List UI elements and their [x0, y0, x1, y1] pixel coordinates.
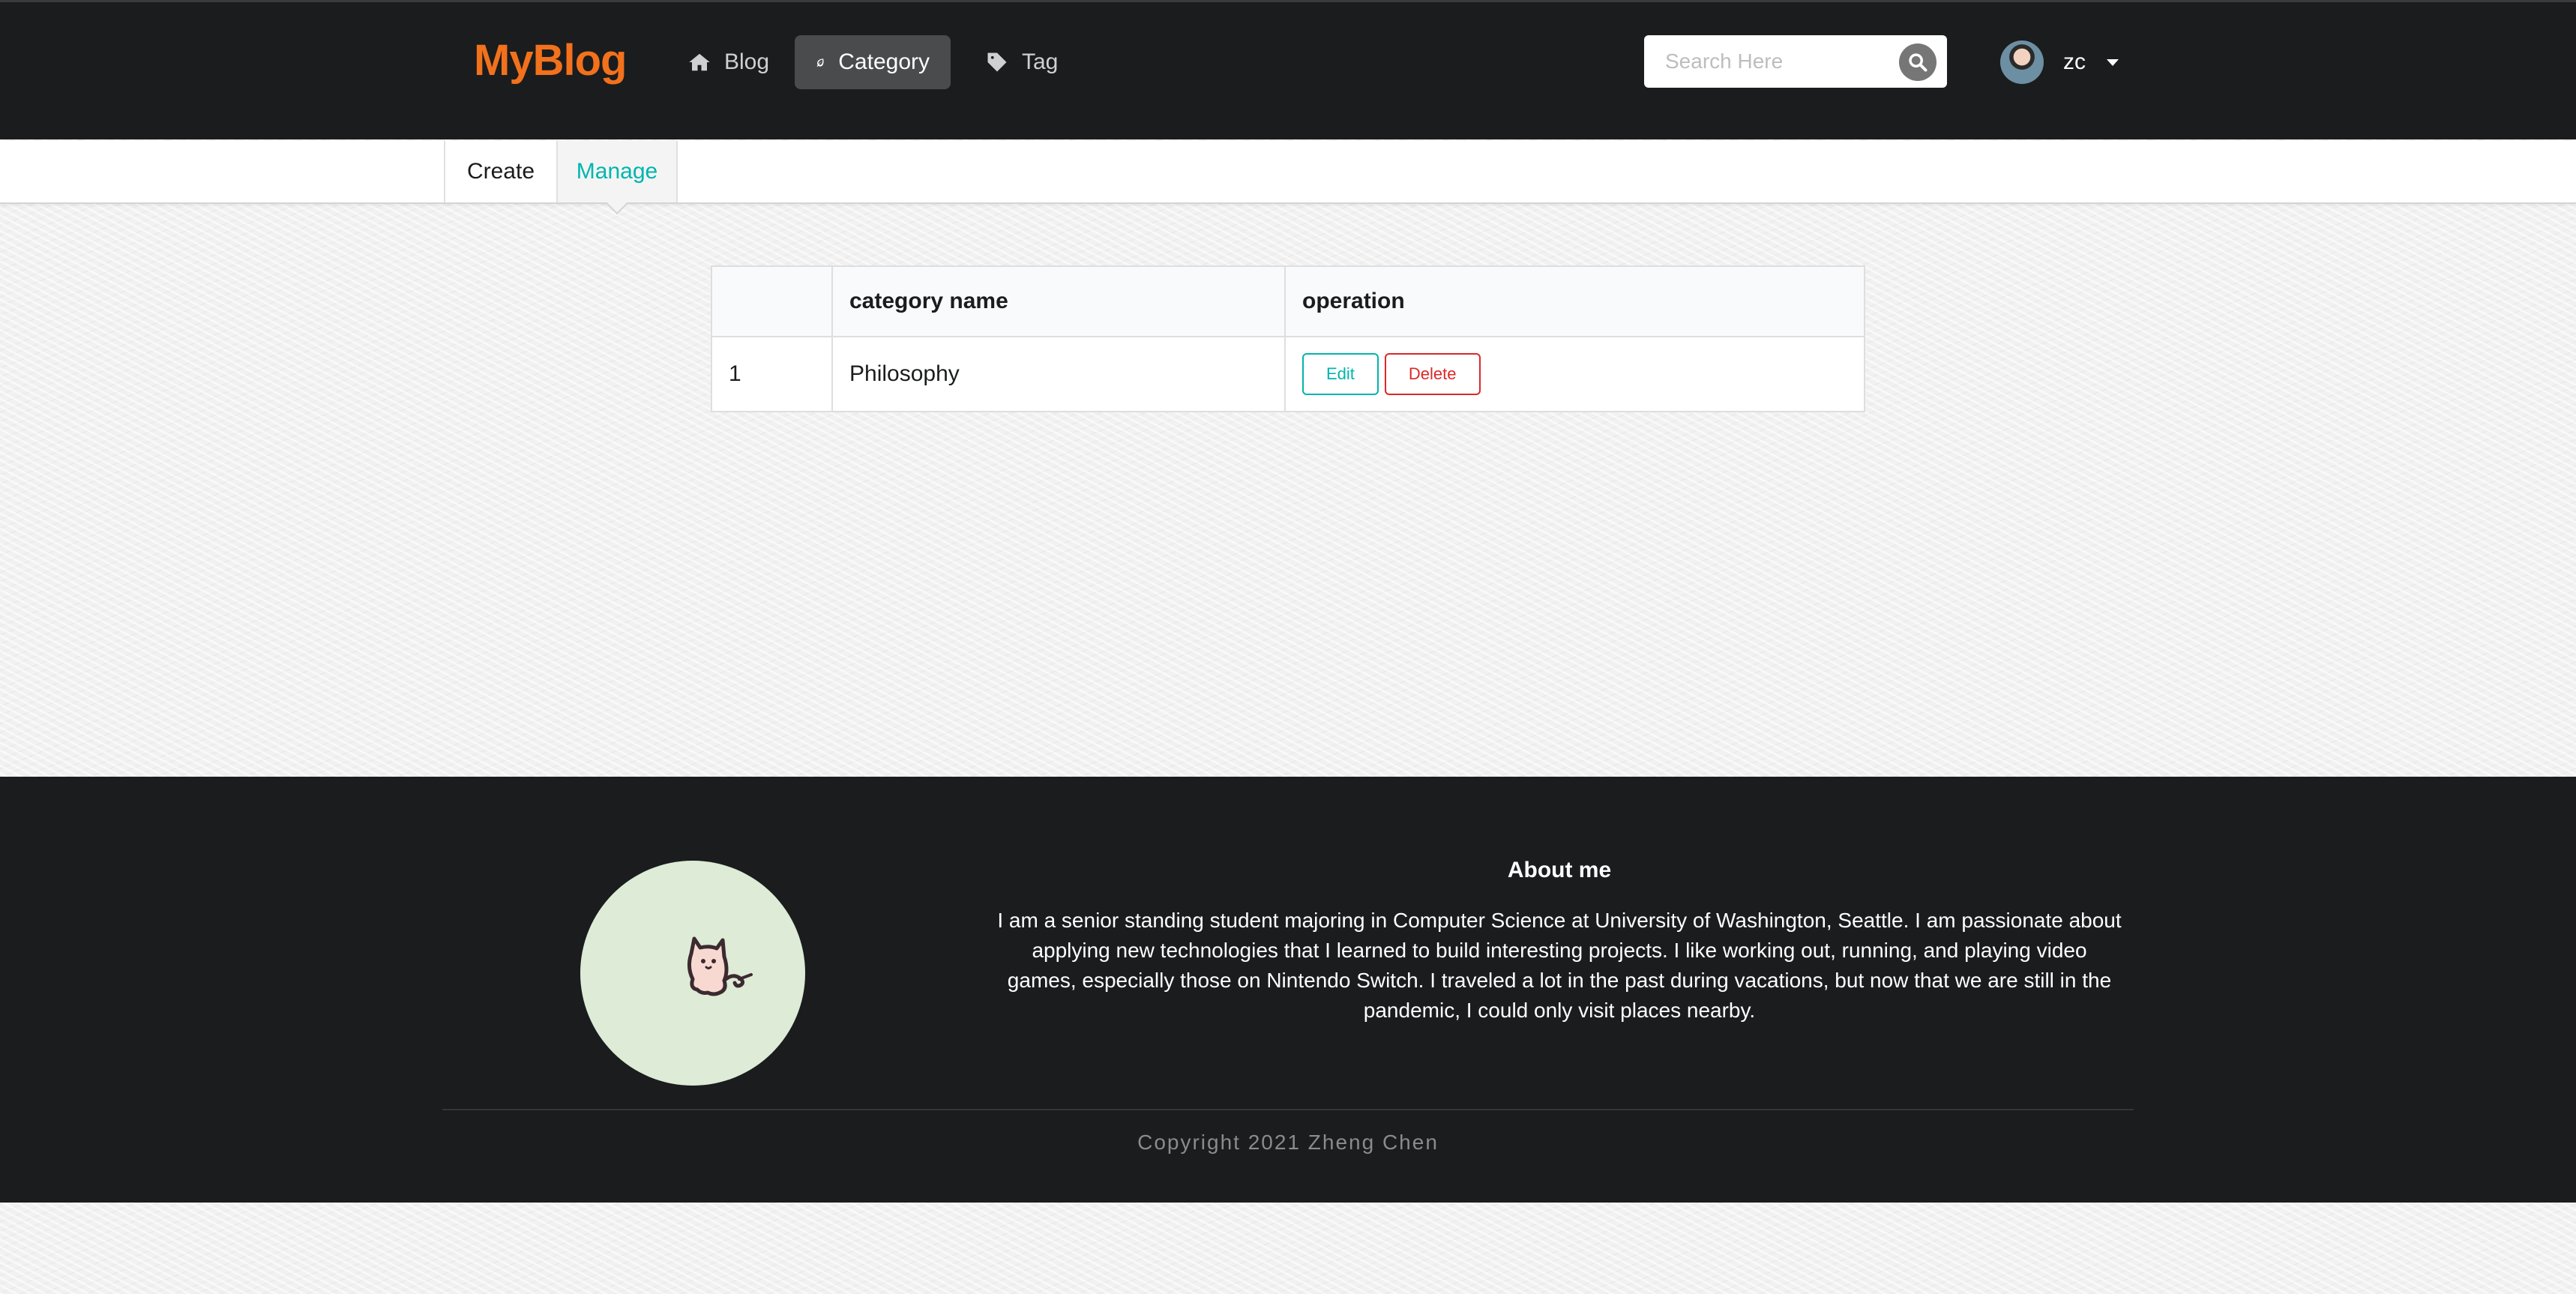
footer: About me I am a senior standing student … [0, 777, 2576, 1203]
nav-tag[interactable]: Tag [965, 35, 1079, 89]
copyright: Copyright 2021 Zheng Chen [1137, 1131, 1439, 1154]
username: zc [2063, 49, 2086, 74]
avatar [2000, 40, 2044, 84]
chevron-down-icon [2107, 58, 2119, 66]
site-logo[interactable]: MyBlog [474, 35, 627, 85]
leaf-icon [816, 58, 824, 67]
column-header-operation: operation [1284, 266, 1865, 337]
search-icon [1909, 53, 1928, 72]
edit-button[interactable]: Edit [1302, 353, 1379, 395]
category-name: Philosophy [831, 337, 1285, 412]
column-header-name: category name [831, 266, 1285, 337]
search-button[interactable] [1899, 43, 1936, 81]
user-menu[interactable]: zc [2000, 40, 2119, 85]
search-input[interactable] [1665, 35, 1890, 88]
search-box [1644, 35, 1947, 88]
nav-blog[interactable]: Blog [667, 35, 790, 89]
category-table: category name operation 1 Philosophy Edi… [711, 265, 1865, 412]
top-navbar: MyBlog Blog Category Tag zc [0, 0, 2576, 139]
nav-tag-label: Tag [1022, 49, 1059, 74]
table-header-row: category name operation [711, 266, 1865, 337]
column-header-index [711, 266, 832, 337]
about-title: About me [1507, 858, 1612, 882]
nav-blog-label: Blog [724, 49, 770, 74]
table-row: 1 Philosophy Edit Delete [711, 337, 1865, 412]
nav-category-label: Category [838, 49, 930, 74]
delete-button[interactable]: Delete [1384, 353, 1481, 395]
tag-icon [987, 52, 1007, 72]
footer-avatar [580, 861, 805, 1086]
row-operations: Edit Delete [1284, 337, 1865, 412]
footer-divider [442, 1109, 2134, 1110]
sub-menu: Create Manage [0, 141, 2576, 204]
tab-create[interactable]: Create [444, 141, 556, 202]
home-icon [689, 53, 710, 71]
about-text: I am a senior standing student majoring … [997, 909, 2122, 1022]
cat-illustration-icon [687, 936, 753, 996]
row-index: 1 [729, 361, 741, 386]
nav-category[interactable]: Category [795, 35, 951, 89]
